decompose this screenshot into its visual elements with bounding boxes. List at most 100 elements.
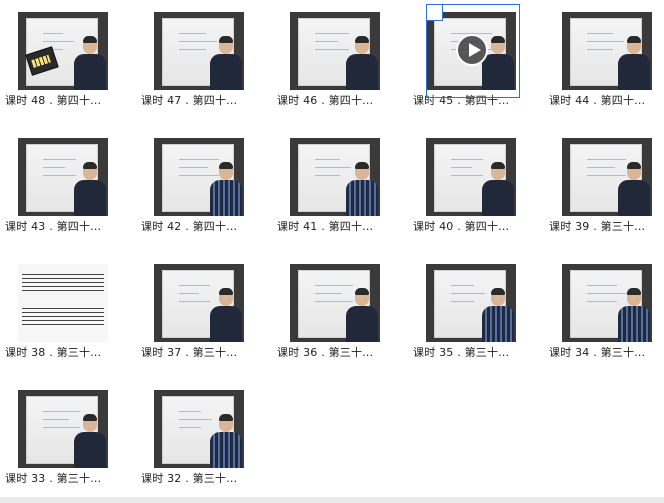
board-writing [179, 33, 206, 34]
video-tile[interactable]: 课时 46 . 第四十… [272, 0, 382, 118]
video-title: 课时 40 . 第四十… [413, 220, 510, 233]
board-writing [43, 41, 74, 42]
staff-line [22, 278, 104, 279]
video-tile[interactable]: 课时 43 . 第四十… [0, 126, 110, 244]
board-writing [587, 33, 613, 34]
board-writing [179, 301, 210, 302]
video-thumbnail[interactable] [562, 12, 652, 90]
staff-line [22, 324, 104, 325]
board-writing [179, 411, 201, 412]
video-title: 课时 43 . 第四十… [5, 220, 102, 233]
board-writing [587, 49, 613, 50]
video-tile[interactable]: 课时 44 . 第四十… [544, 0, 654, 118]
staff-line [22, 312, 104, 313]
video-thumbnail-grid: 课时 48 . 第四十… 课时 47 . 第四十… 课时 46 . 第四十… 课时 4… [0, 0, 664, 503]
staff-line [22, 320, 104, 321]
video-tile[interactable]: 课时 38 . 第三十… [0, 252, 110, 370]
video-thumbnail[interactable] [426, 138, 516, 216]
board-writing [315, 41, 338, 42]
board-writing [43, 33, 63, 34]
video-thumbnail[interactable] [154, 390, 244, 468]
video-title: 课时 46 . 第四十… [277, 94, 374, 107]
board-writing [179, 49, 206, 50]
video-tile[interactable]: 课时 37 . 第三十… [136, 252, 246, 370]
video-thumbnail[interactable] [290, 12, 380, 90]
video-thumbnail[interactable] [290, 138, 380, 216]
board-writing [315, 159, 340, 160]
board-writing [43, 159, 76, 160]
instructor-image [482, 286, 514, 342]
checkbox-icon[interactable] [426, 4, 443, 21]
staff-line [22, 286, 104, 287]
instructor-image [210, 412, 242, 468]
staff-line [22, 274, 104, 275]
instructor-image [210, 286, 242, 342]
staff-line [22, 290, 104, 291]
video-thumbnail[interactable] [18, 138, 108, 216]
board-writing [315, 175, 340, 176]
video-title: 课时 44 . 第四十… [549, 94, 646, 107]
video-thumbnail[interactable] [18, 390, 108, 468]
video-thumbnail[interactable] [154, 12, 244, 90]
staff-line [22, 282, 104, 283]
board-writing [179, 427, 201, 428]
video-thumbnail[interactable] [18, 264, 108, 342]
instructor-image [74, 160, 106, 216]
video-tile[interactable]: 课时 41 . 第四十… [272, 126, 382, 244]
video-title: 课时 34 . 第三十… [549, 346, 646, 359]
board-writing [451, 285, 474, 286]
video-tile[interactable]: 课时 48 . 第四十… [0, 0, 110, 118]
video-thumbnail[interactable] [154, 264, 244, 342]
video-title: 课时 36 . 第三十… [277, 346, 374, 359]
video-tile[interactable]: 课时 39 . 第三十… [544, 126, 654, 244]
instructor-image [74, 412, 106, 468]
video-tile[interactable]: 课时 33 . 第三十… [0, 378, 110, 496]
instructor-image [618, 286, 650, 342]
video-thumbnail[interactable] [290, 264, 380, 342]
video-thumbnail[interactable] [562, 138, 652, 216]
board-writing [43, 175, 76, 176]
video-tile[interactable]: 课时 34 . 第三十… [544, 252, 654, 370]
video-tile[interactable]: 课时 47 . 第四十… [136, 0, 246, 118]
instructor-image [346, 34, 378, 90]
instructor-image [74, 34, 106, 90]
board-writing [451, 293, 485, 294]
board-writing [179, 293, 199, 294]
video-title: 课时 33 . 第三十… [5, 472, 102, 485]
instructor-image [210, 160, 242, 216]
staff-line [22, 308, 104, 309]
video-title: 课时 32 . 第三十… [141, 472, 238, 485]
board-writing [451, 159, 483, 160]
video-tile[interactable]: 课时 42 . 第四十… [136, 126, 246, 244]
video-title: 课时 39 . 第三十… [549, 220, 646, 233]
instructor-image [618, 34, 650, 90]
board-writing [587, 167, 615, 168]
video-thumbnail[interactable] [426, 264, 516, 342]
video-tile[interactable]: 课时 36 . 第三十… [272, 252, 382, 370]
board-writing [43, 167, 65, 168]
instructor-image [346, 286, 378, 342]
video-title: 课时 35 . 第三十… [413, 346, 510, 359]
board-writing [451, 167, 472, 168]
board-writing [587, 301, 617, 302]
board-writing [179, 419, 212, 420]
instructor-image [482, 160, 514, 216]
video-title: 课时 41 . 第四十… [277, 220, 374, 233]
staff-line [22, 316, 104, 317]
board-writing [43, 419, 69, 420]
board-writing [451, 175, 483, 176]
video-tile[interactable]: 课时 35 . 第三十… [408, 252, 518, 370]
video-thumbnail[interactable] [154, 138, 244, 216]
sheet-music-image [18, 264, 108, 342]
video-title: 课时 37 . 第三十… [141, 346, 238, 359]
status-bar [0, 497, 664, 503]
board-writing [315, 293, 342, 294]
video-thumbnail[interactable] [562, 264, 652, 342]
video-thumbnail[interactable] [18, 12, 108, 90]
video-tile[interactable]: 课时 40 . 第四十… [408, 126, 518, 244]
board-writing [315, 49, 349, 50]
instructor-image [210, 34, 242, 90]
video-title: 课时 38 . 第三十… [5, 346, 102, 359]
video-tile[interactable]: 课时 32 . 第三十… [136, 378, 246, 496]
board-writing [179, 167, 208, 168]
